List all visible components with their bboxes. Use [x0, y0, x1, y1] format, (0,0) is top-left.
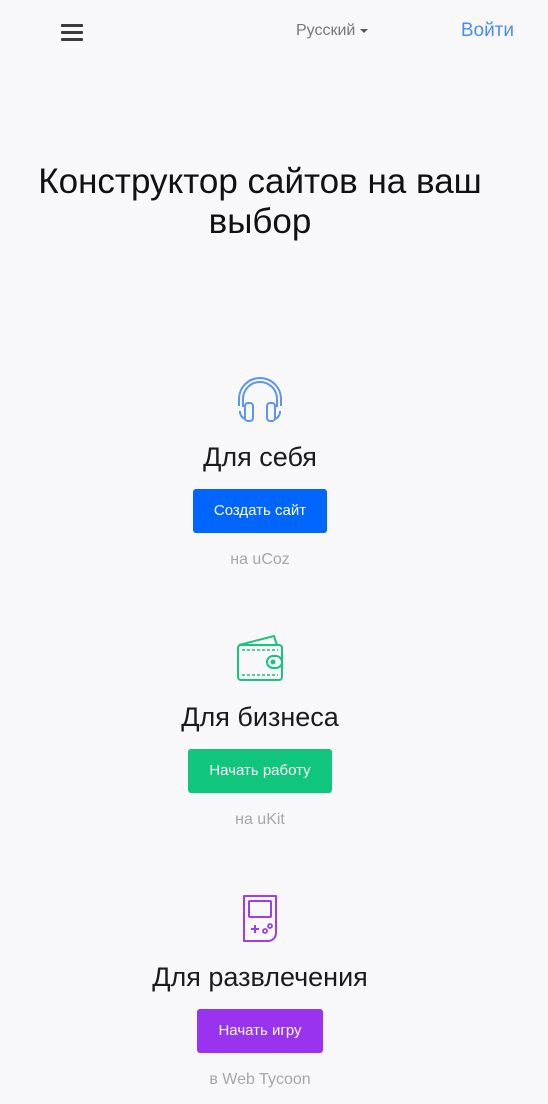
hero-title: Конструктор сайтов на ваш выбор — [38, 162, 482, 241]
hamburger-icon[interactable] — [61, 24, 83, 41]
section-subtitle: на uCoz — [230, 551, 290, 568]
section-business: Для бизнеса Начать работу на uKit — [0, 633, 520, 829]
caret-down-icon — [360, 29, 369, 33]
gamepad-icon — [243, 895, 277, 942]
language-selector[interactable]: Русский — [296, 22, 369, 40]
section-subtitle: в Web Tycoon — [209, 1071, 311, 1088]
start-game-button[interactable]: Начать игру — [197, 1009, 323, 1053]
login-link[interactable]: Войти — [461, 20, 514, 42]
start-work-button[interactable]: Начать работу — [188, 749, 332, 793]
section-entertainment: Для развлечения Начать игру в Web Tycoon — [0, 893, 520, 1089]
header: Русский Войти — [0, 0, 548, 64]
section-title: Для себя — [203, 442, 317, 472]
section-personal: Для себя Создать сайт на uCoz — [0, 373, 520, 569]
wallet-icon — [237, 635, 283, 681]
section-subtitle: на uKit — [235, 811, 285, 828]
headphones-icon — [238, 377, 282, 422]
create-site-button[interactable]: Создать сайт — [192, 489, 328, 533]
language-label: Русский — [296, 22, 356, 39]
page: Русский Войти Конструктор сайтов на ваш … — [0, 0, 548, 1104]
section-title: Для развлечения — [152, 962, 368, 992]
section-title: Для бизнеса — [181, 702, 339, 732]
